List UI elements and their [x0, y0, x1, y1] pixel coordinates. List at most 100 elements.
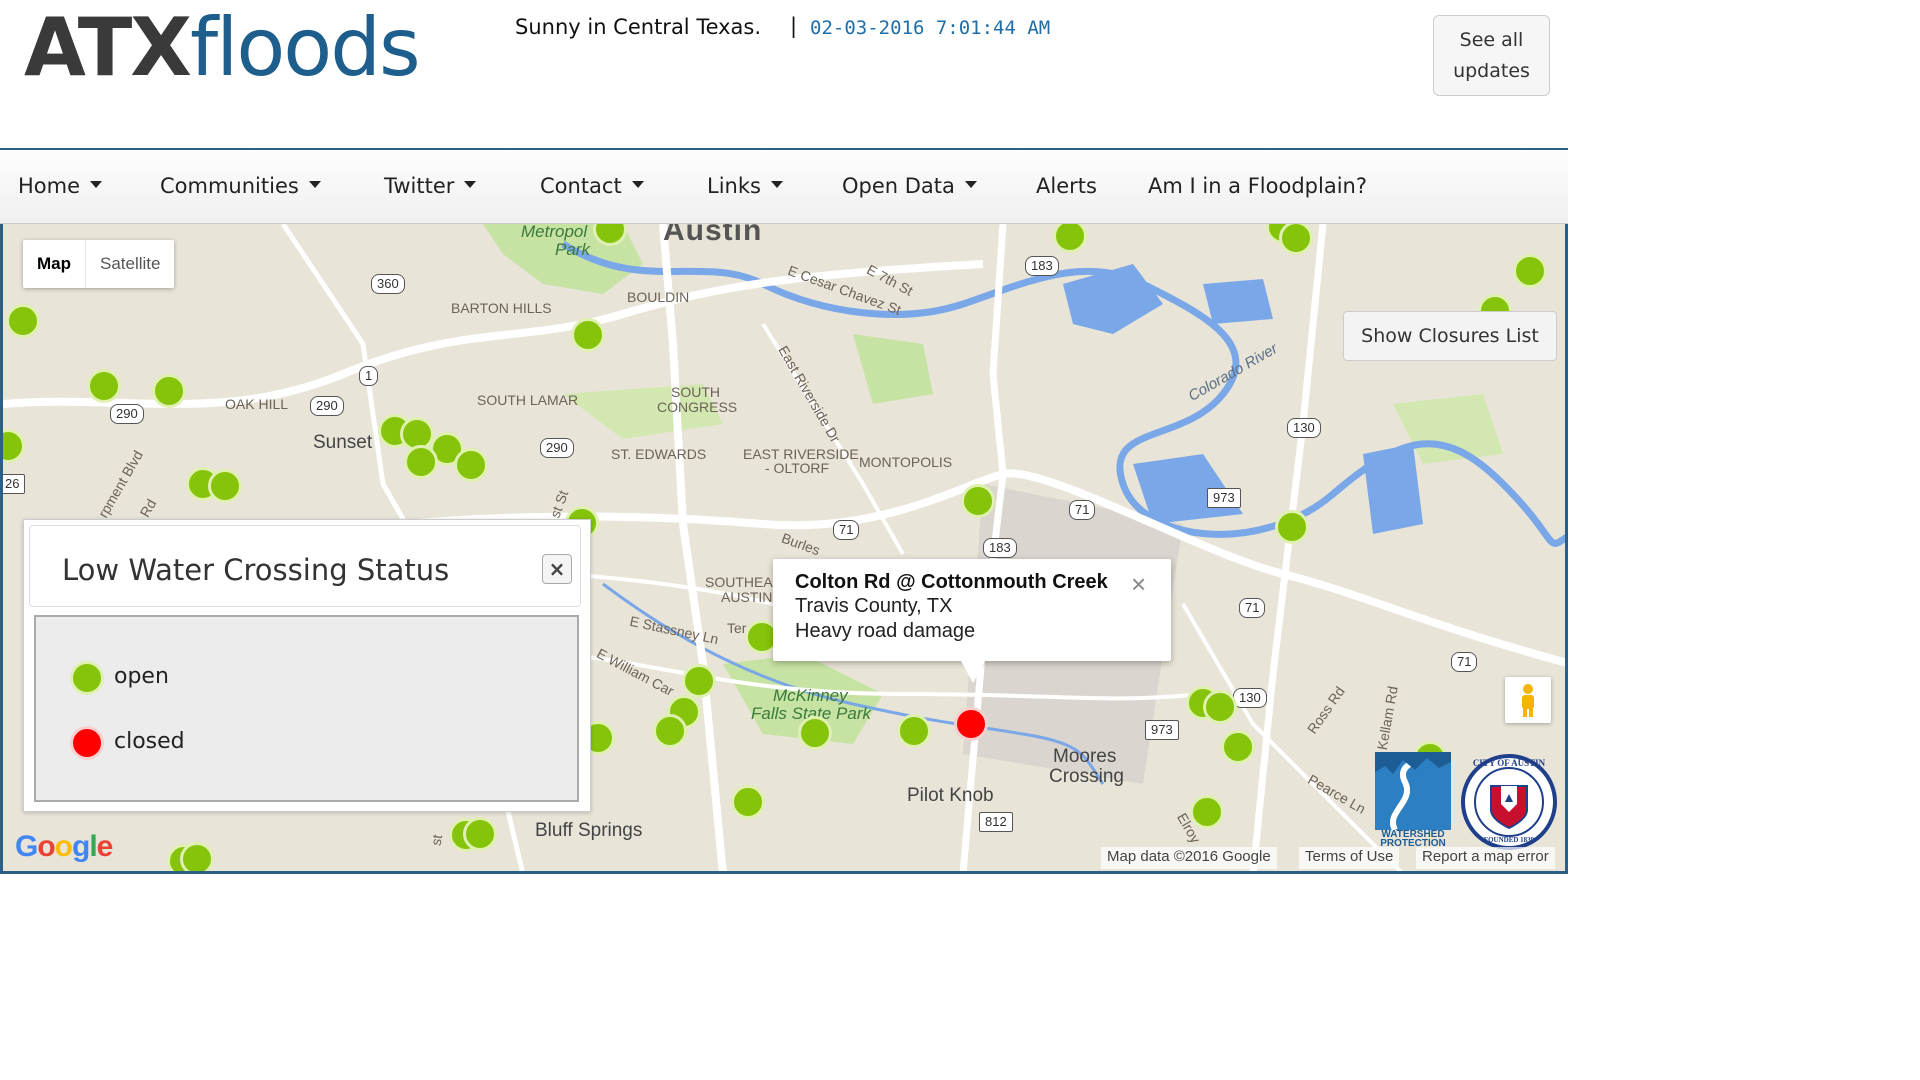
crossing-info-window: Colton Rd @ Cottonmouth Creek Travis Cou… — [773, 559, 1171, 661]
crossing-marker-open[interactable] — [1190, 795, 1224, 829]
crossing-marker-open[interactable] — [1203, 690, 1237, 724]
shield-973: 973 — [1207, 488, 1241, 508]
nav-open-data[interactable]: Open Data — [842, 174, 977, 198]
shield-71: 71 — [1451, 652, 1478, 672]
caret-down-icon — [631, 181, 644, 188]
shield-26: 26 — [3, 474, 26, 494]
info-location: Travis County, TX — [795, 595, 953, 617]
seal-title: CITY OF AUSTIN — [1472, 758, 1546, 768]
google-logo: Google — [15, 830, 113, 864]
crossing-marker-open[interactable] — [152, 374, 186, 408]
crossing-marker-closed[interactable] — [954, 707, 988, 741]
label-east-riverside-oltorf-2: - OLTORF — [765, 460, 830, 476]
shield-812: 812 — [979, 812, 1013, 832]
caret-down-icon — [964, 181, 977, 188]
seal-founded: FOUNDED 1839 — [1483, 836, 1535, 844]
see-all-updates-button[interactable]: See all updates — [1433, 15, 1550, 96]
crossing-marker-open[interactable] — [6, 304, 40, 338]
crossing-marker-open[interactable] — [1513, 254, 1547, 288]
nav-alerts[interactable]: Alerts — [1036, 174, 1097, 198]
shield-71: 71 — [1069, 500, 1096, 520]
crossing-marker-open[interactable] — [208, 469, 242, 503]
label-sunset: Sunset — [313, 432, 373, 453]
header: ATXfloods Sunny in Central Texas. | 02-0… — [0, 0, 1568, 148]
nav-contact-label: Contact — [540, 174, 622, 198]
atxfloods-logo[interactable]: ATXfloods — [24, 8, 421, 88]
label-moores-crossing-2: Crossing — [1049, 766, 1124, 787]
nav-links[interactable]: Links — [707, 174, 783, 198]
label-southeast-austin: SOUTHEA — [705, 574, 773, 590]
google-logo-g2: g — [72, 830, 90, 863]
show-closures-list-button[interactable]: Show Closures List — [1343, 311, 1557, 361]
crossing-marker-open[interactable] — [454, 448, 488, 482]
crossing-marker-open[interactable] — [961, 484, 995, 518]
crossing-marker-open[interactable] — [404, 445, 438, 479]
shield-130: 130 — [1287, 418, 1321, 438]
label-south-lamar: SOUTH LAMAR — [477, 392, 579, 408]
crossing-marker-open[interactable] — [653, 714, 687, 748]
crossing-marker-open[interactable] — [798, 716, 832, 750]
weather-status: Sunny in Central Texas. — [515, 15, 762, 39]
nav-home-label: Home — [18, 174, 81, 198]
update-timestamp: 02-03-2016 7:01:44 AM — [810, 17, 1051, 39]
map-type-control: Map Satellite — [23, 240, 175, 288]
label-montopolis: MONTOPOLIS — [859, 454, 953, 470]
shield-290: 290 — [540, 438, 574, 458]
shield-130: 130 — [1233, 688, 1267, 708]
crossing-marker-open[interactable] — [731, 785, 765, 819]
nav-communities[interactable]: Communities — [160, 174, 321, 198]
nav-floodplain-label: Am I in a Floodplain? — [1148, 174, 1367, 198]
crossing-marker-open[interactable] — [180, 842, 214, 871]
caret-down-icon — [308, 181, 321, 188]
nav-contact[interactable]: Contact — [540, 174, 644, 198]
flood-map[interactable]: Austin Metropol Park BARTON HILLS BOULDI… — [0, 224, 1568, 874]
nav-twitter[interactable]: Twitter — [384, 174, 477, 198]
crossing-marker-open[interactable] — [463, 817, 497, 851]
nav-floodplain[interactable]: Am I in a Floodplain? — [1148, 174, 1367, 198]
crossing-marker-open[interactable] — [87, 369, 121, 403]
pearce-ln — [1181, 602, 1403, 871]
crossing-marker-open[interactable] — [897, 714, 931, 748]
logo-atx: ATX — [24, 1, 192, 94]
label-austin: Austin — [663, 224, 763, 247]
caret-down-icon — [90, 181, 103, 188]
label-southeast-austin-2: AUSTIN — [721, 589, 773, 605]
google-logo-l: l — [89, 830, 97, 863]
shield-290: 290 — [110, 404, 144, 424]
shield-290: 290 — [310, 396, 344, 416]
crossing-marker-open[interactable] — [682, 664, 716, 698]
label-ter: Ter — [727, 620, 747, 636]
legend-closed-label: closed — [114, 729, 185, 754]
street-view-pegman-icon[interactable] — [1505, 677, 1551, 723]
label-moores-crossing: Moores — [1053, 746, 1117, 767]
map-data-attribution: Map data ©2016 Google — [1101, 847, 1277, 869]
label-south-congress: SOUTH — [671, 384, 720, 400]
map-type-satellite-button[interactable]: Satellite — [85, 240, 174, 288]
shield-973: 973 — [1145, 720, 1179, 740]
shield-71: 71 — [833, 520, 860, 540]
info-title: Colton Rd @ Cottonmouth Creek — [795, 571, 1108, 593]
legend-title: Low Water Crossing Status — [62, 553, 450, 587]
main-nav: Home Communities Twitter Contact Links O… — [0, 148, 1568, 224]
map-type-map-button[interactable]: Map — [23, 240, 85, 288]
legend-open-dot — [70, 661, 104, 695]
watershed-label: WATERSHED PROTECTION — [1380, 829, 1446, 849]
crossing-marker-open[interactable] — [571, 318, 605, 352]
google-logo-g: G — [15, 830, 38, 863]
terms-of-use-link[interactable]: Terms of Use — [1299, 847, 1400, 869]
crossing-marker-open[interactable] — [1221, 730, 1255, 764]
lake — [1363, 444, 1423, 534]
pegman-figure — [1522, 684, 1534, 717]
label-pilot-knob: Pilot Knob — [907, 785, 994, 806]
nav-home[interactable]: Home — [18, 174, 103, 198]
label-barton-hills: BARTON HILLS — [451, 300, 552, 316]
google-logo-o1: o — [37, 830, 55, 863]
legend-close-button[interactable]: × — [542, 554, 572, 584]
crossing-marker-open[interactable] — [1275, 510, 1309, 544]
report-map-error-link[interactable]: Report a map error — [1416, 847, 1555, 869]
updates-button-line2: updates — [1453, 60, 1530, 82]
label-south-congress-2: CONGRESS — [657, 399, 738, 415]
nav-links-label: Links — [707, 174, 761, 198]
label-st-edwards: ST. EDWARDS — [611, 446, 707, 462]
info-close-icon[interactable]: × — [1131, 569, 1146, 600]
